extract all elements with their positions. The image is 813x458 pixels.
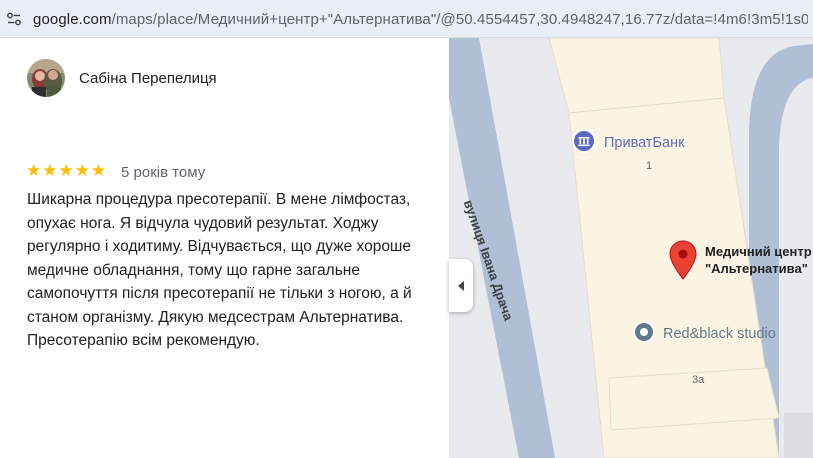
star-icon: ★ <box>42 161 58 180</box>
star-icon: ★ <box>91 161 107 180</box>
url-text[interactable]: google.com/maps/place/Медичний+центр+"Ал… <box>33 11 808 28</box>
rating-stars: ★ ★ ★ ★ ★ <box>26 162 106 179</box>
review-time-ago: 5 років тому <box>121 164 206 181</box>
browser-url-bar[interactable]: google.com/maps/place/Медичний+центр+"Ал… <box>0 0 813 38</box>
red-pin-icon[interactable] <box>669 240 697 280</box>
star-icon: ★ <box>58 161 74 180</box>
selected-place-label[interactable]: Медичний центр "Альтернатива" <box>705 243 812 277</box>
review-author-name[interactable]: Сабіна Перепелиця <box>79 70 217 87</box>
building-number-1: 1 <box>646 160 653 172</box>
url-host: google.com <box>33 11 112 28</box>
avatar-photo <box>27 59 65 97</box>
star-icon: ★ <box>74 161 90 180</box>
selected-place-line2: "Альтернатива" <box>705 261 808 276</box>
studio-icon[interactable] <box>632 320 656 344</box>
url-path: /maps/place/Медичний+центр+"Альтернатива… <box>111 11 808 28</box>
selected-place-line1: Медичний центр <box>705 244 812 259</box>
building-number-3a: 3а <box>692 374 705 386</box>
poi-label-red-black-studio[interactable]: Red&black studio <box>663 326 776 342</box>
collapse-panel-button[interactable] <box>449 259 473 312</box>
chevron-left-icon <box>458 280 464 291</box>
map-canvas[interactable]: ПриватБанк 1 Медичний центр "Альтернатив… <box>449 38 813 458</box>
avatar[interactable] <box>27 59 65 97</box>
site-settings-icon[interactable] <box>6 11 22 27</box>
bank-icon[interactable] <box>571 128 597 154</box>
parking-area <box>784 413 813 458</box>
review-text: Шикарна процедура пресотерапії. В мене л… <box>27 191 412 349</box>
star-icon: ★ <box>26 161 42 180</box>
poi-label-privatbank[interactable]: ПриватБанк <box>604 135 684 151</box>
